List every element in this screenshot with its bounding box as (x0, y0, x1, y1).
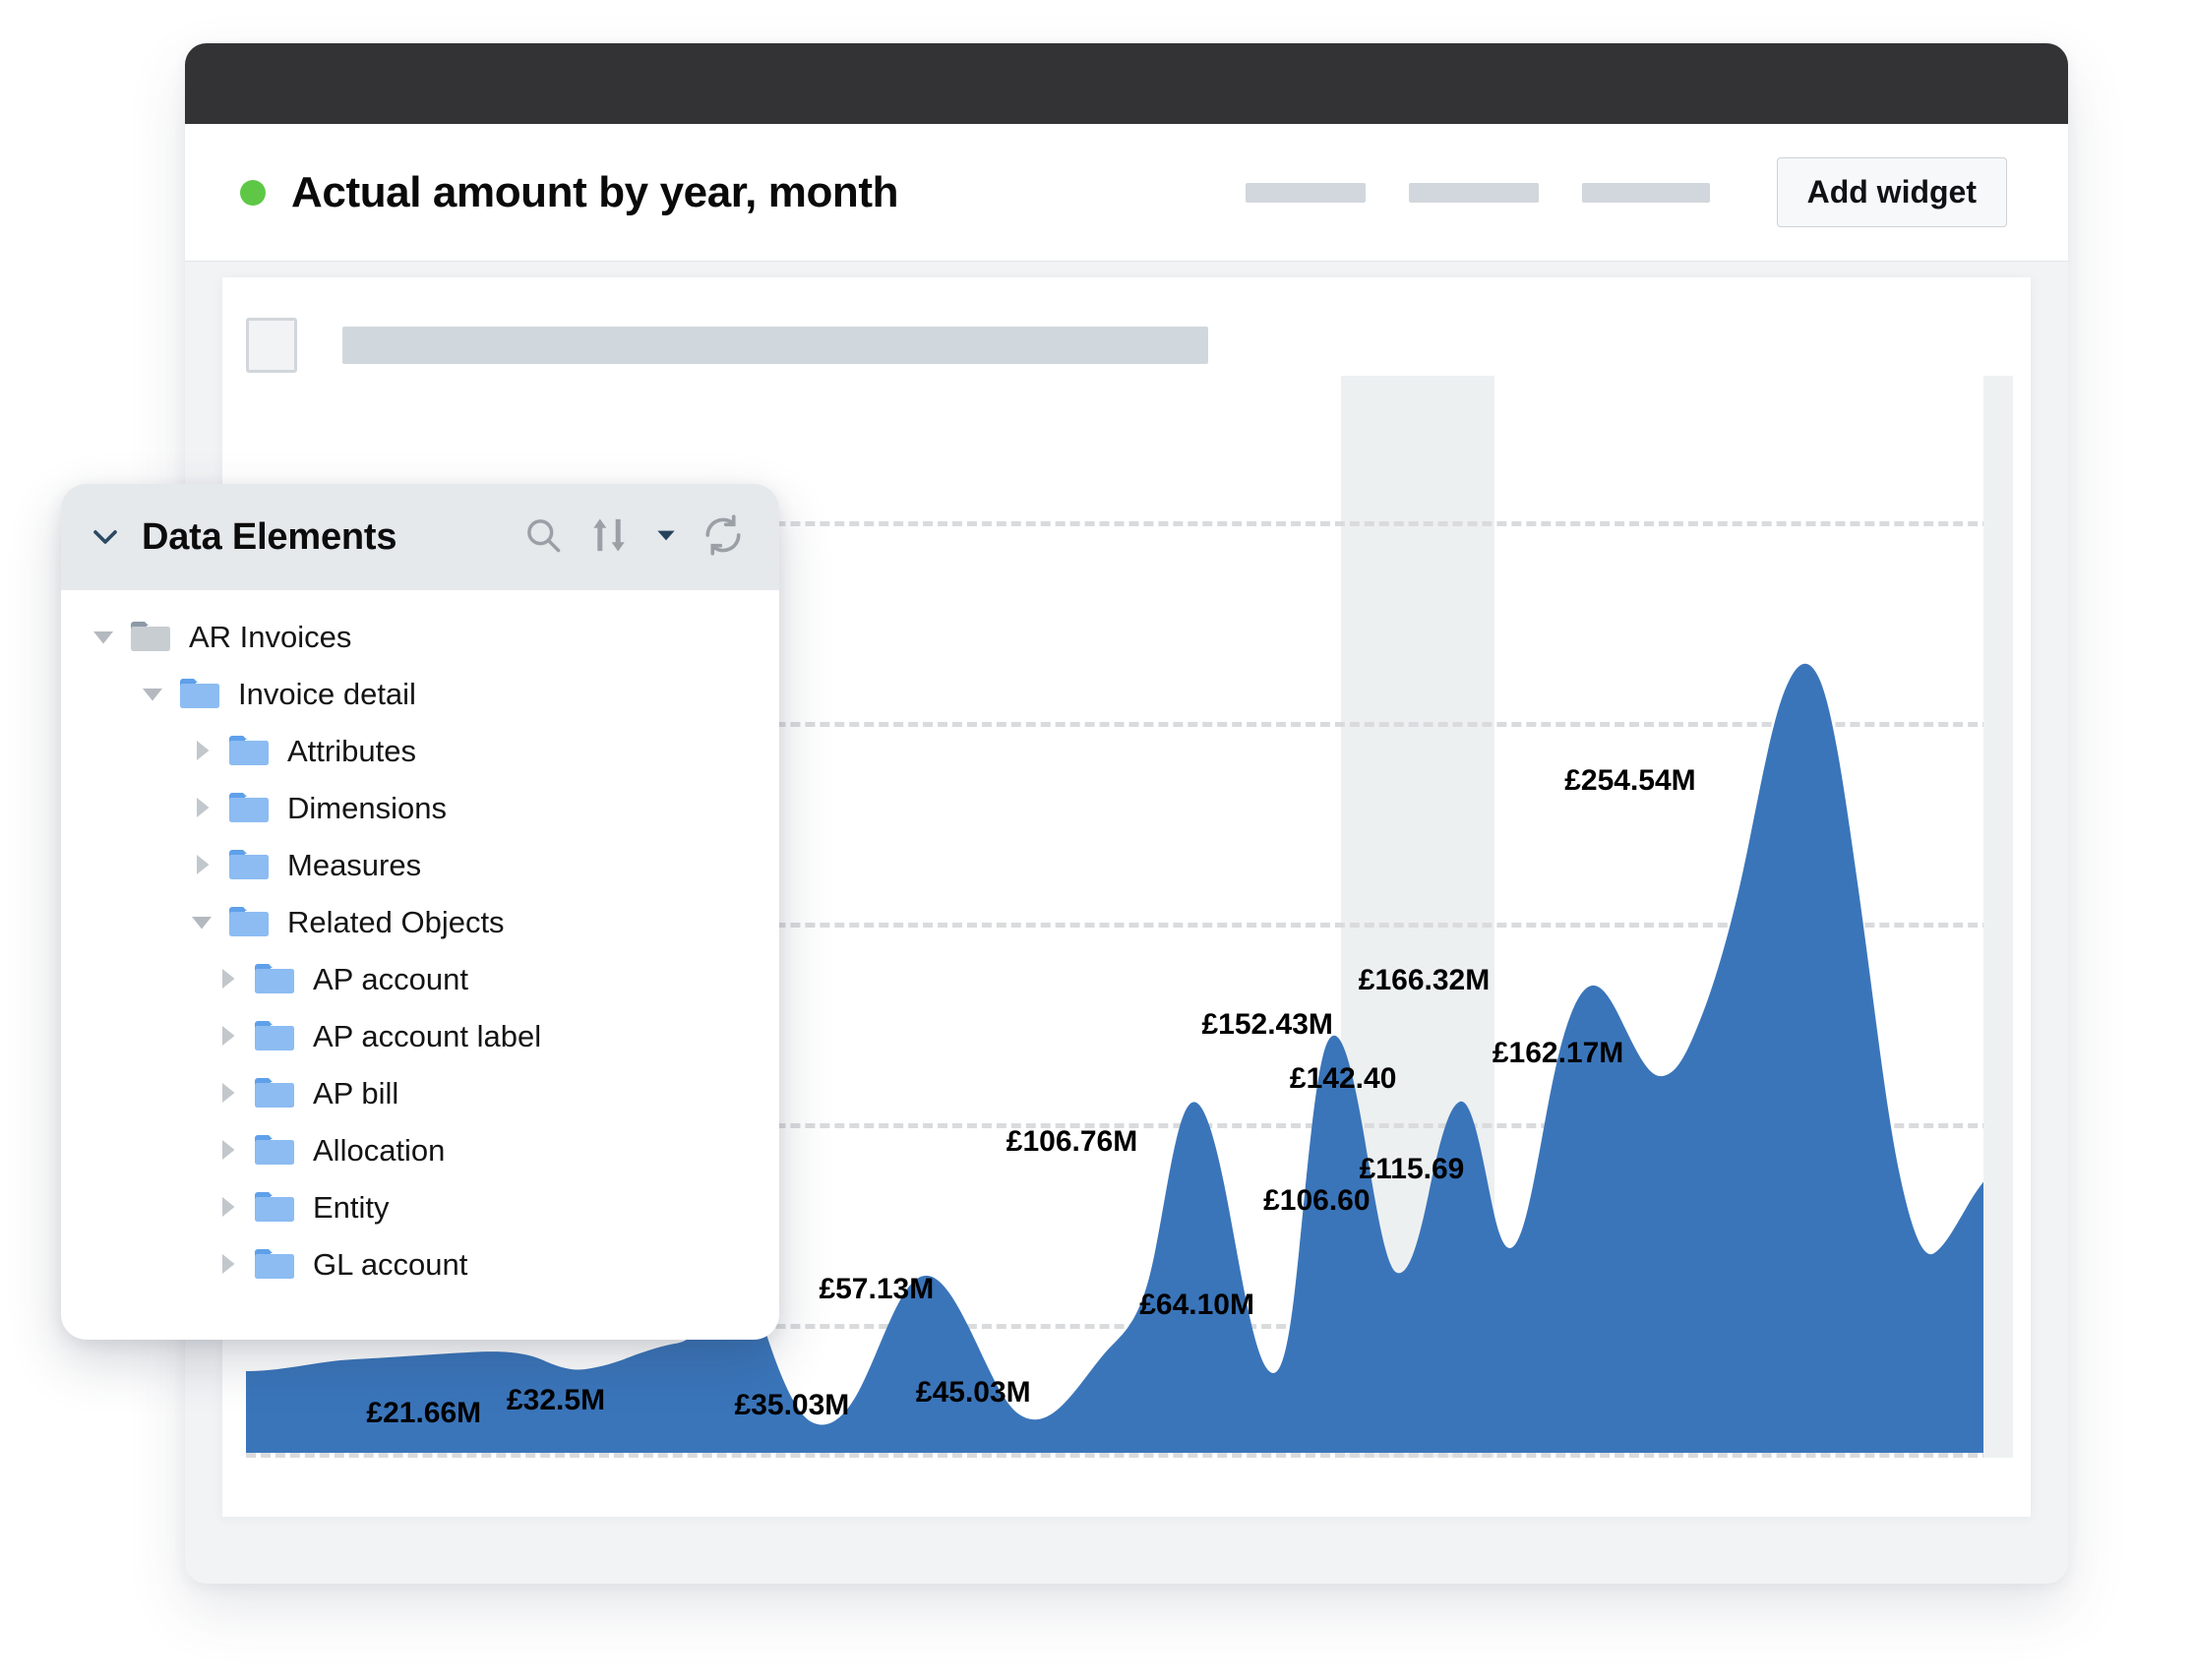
folder-icon (254, 1019, 295, 1052)
tree-item-label: Dimensions (287, 790, 447, 825)
data-label: £115.69 (1359, 1153, 1465, 1185)
tree-item-label: AR Invoices (189, 619, 352, 654)
tree-item-dimensions[interactable]: Dimensions (61, 779, 779, 836)
tree-item-ap-account[interactable]: AP account (61, 950, 779, 1007)
add-widget-button[interactable]: Add widget (1776, 157, 2007, 227)
tree-item-measures[interactable]: Measures (61, 836, 779, 893)
data-elements-panel: Data Elements AR Invoices Invoice detail… (61, 484, 779, 1340)
twisty-expanded-icon[interactable] (136, 677, 169, 710)
data-label: £106.60 (1263, 1184, 1371, 1217)
data-label: £254.54M (1564, 764, 1696, 797)
data-elements-title: Data Elements (142, 515, 397, 558)
tree-item-ar-invoices[interactable]: AR Invoices (61, 608, 779, 665)
tree-item-label: Invoice detail (238, 676, 416, 711)
data-elements-toolbar (521, 512, 746, 563)
select-all-checkbox[interactable] (246, 318, 297, 373)
folder-icon (254, 1133, 295, 1167)
toolbar-placeholder-2[interactable] (1408, 182, 1539, 203)
caret-down-icon[interactable] (653, 522, 679, 553)
chevron-down-icon[interactable] (83, 514, 128, 560)
tree-item-label: Measures (287, 847, 422, 882)
chart-scroll-strip[interactable] (1983, 376, 2013, 1458)
twisty-expanded-icon[interactable] (185, 905, 218, 938)
sort-icon[interactable] (586, 512, 632, 563)
tree-item-invoice-detail[interactable]: Invoice detail (61, 665, 779, 722)
data-label: £162.17M (1492, 1037, 1624, 1069)
data-elements-tree: AR Invoices Invoice detail Attributes Dimen… (61, 590, 779, 1292)
data-elements-header: Data Elements (61, 484, 779, 590)
data-label: £166.32M (1358, 964, 1491, 996)
tree-item-label: Entity (313, 1189, 390, 1225)
data-label: £106.76M (1006, 1125, 1138, 1158)
folder-icon (254, 962, 295, 995)
twisty-collapsed-icon[interactable] (211, 1019, 244, 1052)
tree-item-attributes[interactable]: Attributes (61, 722, 779, 779)
tree-item-gl-account[interactable]: GL account (61, 1235, 779, 1292)
tree-item-ap-account-label[interactable]: AP account label (61, 1007, 779, 1064)
folder-icon (254, 1190, 295, 1224)
toolbar-placeholder-1[interactable] (1245, 182, 1366, 203)
tree-item-related-objects[interactable]: Related Objects (61, 893, 779, 950)
toolbar-right-group: Add widget (1245, 157, 2007, 227)
tree-item-allocation[interactable]: Allocation (61, 1121, 779, 1178)
tree-item-label: Attributes (287, 733, 416, 768)
canvas-header-placeholder (342, 327, 1208, 364)
folder-icon (228, 791, 270, 824)
widget-toolbar: Actual amount by year, month Add widget (185, 124, 2068, 262)
page-title: Actual amount by year, month (291, 167, 899, 216)
data-label: £45.03M (915, 1376, 1031, 1409)
data-label: £35.03M (734, 1389, 850, 1421)
data-label: £152.43M (1201, 1008, 1333, 1041)
refresh-icon[interactable] (701, 512, 746, 563)
data-label: £32.5M (506, 1384, 606, 1416)
tree-item-label: AP account (313, 961, 468, 996)
twisty-collapsed-icon[interactable] (211, 962, 244, 995)
screenshot-root: Actual amount by year, month Add widget (0, 0, 2194, 1680)
twisty-collapsed-icon[interactable] (211, 1076, 244, 1110)
twisty-collapsed-icon[interactable] (211, 1133, 244, 1167)
twisty-expanded-icon[interactable] (87, 620, 120, 653)
twisty-collapsed-icon[interactable] (211, 1190, 244, 1224)
tree-item-entity[interactable]: Entity (61, 1178, 779, 1235)
toolbar-placeholder-3[interactable] (1581, 182, 1710, 203)
twisty-collapsed-icon[interactable] (211, 1247, 244, 1281)
tree-item-label: Related Objects (287, 904, 505, 939)
twisty-collapsed-icon[interactable] (185, 848, 218, 881)
tree-item-label: AP bill (313, 1075, 399, 1110)
folder-icon (179, 677, 220, 710)
tree-item-label: Allocation (313, 1132, 446, 1168)
data-label: £21.66M (366, 1397, 482, 1429)
data-label: £142.40 (1289, 1062, 1397, 1095)
tree-item-ap-bill[interactable]: AP bill (61, 1064, 779, 1121)
folder-icon (228, 848, 270, 881)
folder-icon (228, 734, 270, 767)
folder-icon (254, 1076, 295, 1110)
toolbar-left-group: Actual amount by year, month (240, 167, 899, 217)
twisty-collapsed-icon[interactable] (185, 791, 218, 824)
tree-item-label: GL account (313, 1246, 468, 1282)
folder-icon (254, 1247, 295, 1281)
search-icon[interactable] (521, 513, 565, 562)
data-label: £57.13M (819, 1273, 935, 1305)
folder-icon (228, 905, 270, 938)
status-dot-icon (240, 179, 266, 206)
data-label: £64.10M (1139, 1289, 1254, 1321)
twisty-collapsed-icon[interactable] (185, 734, 218, 767)
folder-icon (130, 620, 171, 653)
window-titlebar (185, 43, 2068, 124)
tree-item-label: AP account label (313, 1018, 542, 1053)
